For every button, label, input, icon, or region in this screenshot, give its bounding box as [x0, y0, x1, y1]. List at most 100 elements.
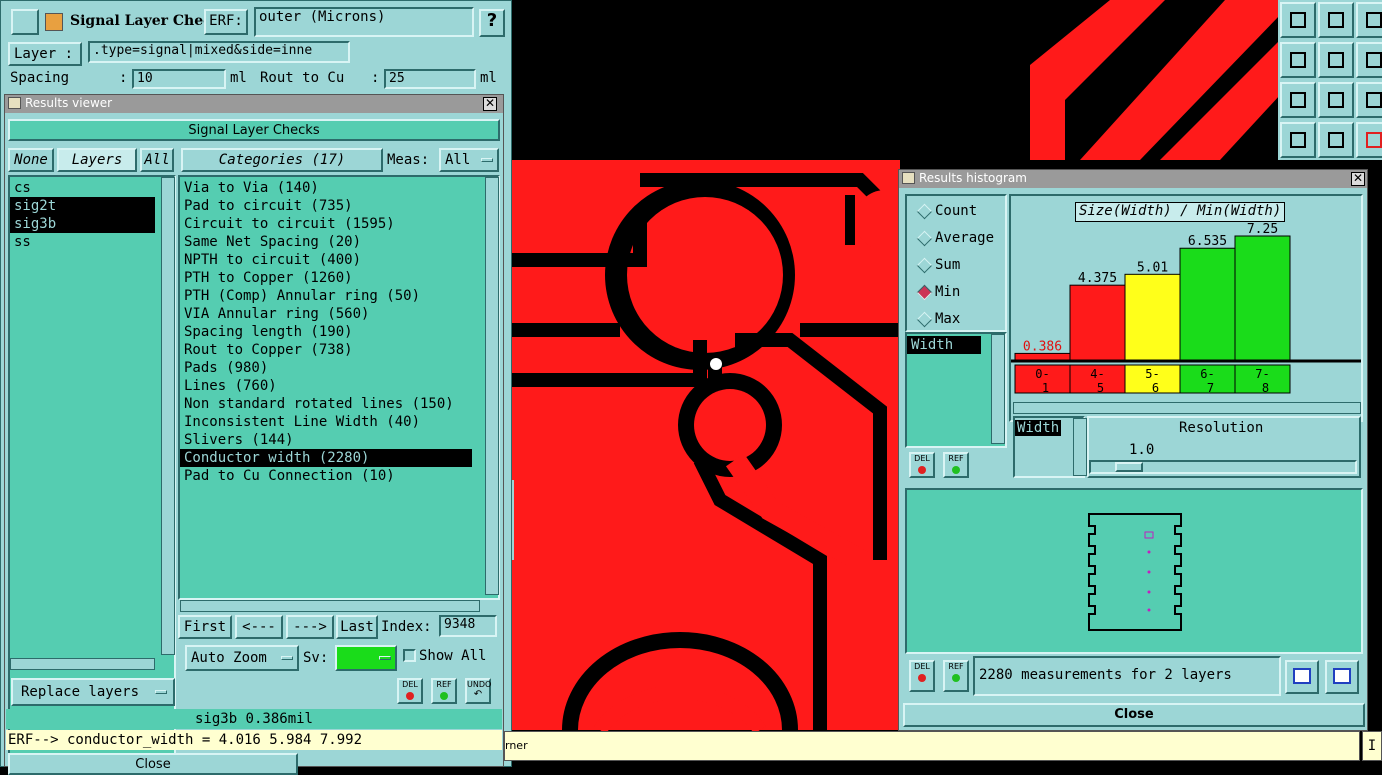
- resolution-value: 1.0: [1129, 442, 1155, 458]
- histogram-category-bottom: 6: [1152, 381, 1159, 395]
- meas-dropdown[interactable]: All: [439, 148, 499, 172]
- layer-field[interactable]: .type=signal|mixed&side=inne: [88, 41, 350, 63]
- toolbar-button-7[interactable]: [1280, 82, 1316, 118]
- histogram-value-label: 0.386: [1023, 339, 1062, 354]
- all-layers-button[interactable]: All: [140, 148, 174, 172]
- categories-button[interactable]: Categories (17): [181, 148, 383, 172]
- toolbar-button-1[interactable]: [1280, 2, 1316, 38]
- report-icon-button[interactable]: [1285, 660, 1319, 694]
- category-item[interactable]: Same Net Spacing (20): [180, 233, 472, 251]
- export-icon-button[interactable]: [1325, 660, 1359, 694]
- histogram-hscroll[interactable]: [1013, 402, 1361, 414]
- categories-list[interactable]: Via to Via (140) Pad to circuit (735) Circ…: [178, 175, 500, 600]
- category-item[interactable]: Conductor width (2280): [180, 449, 472, 467]
- category-item[interactable]: Pads (980): [180, 359, 472, 377]
- erf-field[interactable]: outer (Microns): [254, 7, 474, 37]
- histogram-chart[interactable]: 0.386 0-1 4.375 4-5 5.01 5-6 6.535 6-7 7.25 7-8: [1011, 196, 1361, 420]
- results-viewer-close-button[interactable]: Close: [8, 753, 298, 775]
- histogram-value-label: 4.375: [1078, 271, 1117, 286]
- histogram-bar[interactable]: [1234, 235, 1291, 361]
- resolution-group: Resolution 1.0: [1087, 416, 1361, 478]
- help-button[interactable]: ?: [479, 9, 505, 37]
- hist-ref-button[interactable]: REF: [943, 452, 969, 478]
- toolbar-button-12[interactable]: [1356, 122, 1382, 158]
- spacing-field[interactable]: 10: [132, 69, 226, 89]
- category-item[interactable]: Pad to circuit (735): [180, 197, 472, 215]
- layer-item-sig2t[interactable]: sig2t: [10, 197, 155, 215]
- layer-button[interactable]: Layer :: [8, 42, 82, 66]
- category-item[interactable]: Inconsistent Line Width (40): [180, 413, 472, 431]
- layers-hscroll[interactable]: [10, 658, 155, 670]
- category-item[interactable]: Lines (760): [180, 377, 472, 395]
- category-item[interactable]: Pad to Cu Connection (10): [180, 467, 472, 485]
- ref-button[interactable]: REF: [431, 678, 457, 704]
- rout-to-cu-field[interactable]: 25: [384, 69, 476, 89]
- del-button[interactable]: DEL: [397, 678, 423, 704]
- category-item[interactable]: Circuit to circuit (1595): [180, 215, 472, 233]
- last-button[interactable]: Last: [336, 615, 378, 639]
- show-all-checkbox[interactable]: [403, 649, 416, 662]
- category-item[interactable]: Spacing length (190): [180, 323, 472, 341]
- next-button[interactable]: --->: [286, 615, 334, 639]
- field-list-vscroll[interactable]: [991, 334, 1005, 444]
- results-viewer-header: Signal Layer Checks: [8, 119, 500, 141]
- category-item[interactable]: NPTH to circuit (400): [180, 251, 472, 269]
- sv-color-dropdown[interactable]: [335, 645, 397, 671]
- histogram-close-button[interactable]: Close: [903, 703, 1365, 727]
- layer-item-ss[interactable]: ss: [10, 233, 155, 251]
- category-item[interactable]: Non standard rotated lines (150): [180, 395, 472, 413]
- histogram-chart-area: Size(Width) / Min(Width) 0.386 0- 1 4.375 4-…: [1009, 194, 1363, 422]
- category-item[interactable]: Via to Via (140): [180, 179, 472, 197]
- menu-icon[interactable]: [11, 9, 39, 35]
- category-item[interactable]: Slivers (144): [180, 431, 472, 449]
- undo-button[interactable]: UNDO ↶: [465, 678, 491, 704]
- results-viewer-close-icon[interactable]: ✕: [483, 97, 497, 111]
- preview-ref-button[interactable]: REF: [943, 660, 969, 692]
- auto-zoom-dropdown[interactable]: Auto Zoom: [185, 645, 299, 671]
- erf-button[interactable]: ERF:: [204, 9, 248, 35]
- layers-vscroll[interactable]: [161, 177, 175, 655]
- hist-del-button[interactable]: DEL: [909, 452, 935, 478]
- category-item[interactable]: PTH (Comp) Annular ring (50): [180, 287, 472, 305]
- resolution-list-vscroll[interactable]: [1073, 418, 1087, 476]
- red-dot-icon: [918, 674, 926, 682]
- preview-del-button[interactable]: DEL: [909, 660, 935, 692]
- index-field[interactable]: 9348: [439, 615, 497, 637]
- toolbar-button-6[interactable]: [1356, 42, 1382, 78]
- replace-layers-dropdown[interactable]: Replace layers: [11, 678, 175, 706]
- histogram-bar[interactable]: [1179, 247, 1236, 361]
- toolbar-button-11[interactable]: [1318, 122, 1354, 158]
- toolbar-button-2[interactable]: [1318, 2, 1354, 38]
- field-item-width[interactable]: Width: [907, 336, 981, 354]
- histogram-category-top: 5-: [1145, 367, 1159, 381]
- histogram-category-top: 6-: [1200, 367, 1214, 381]
- histogram-window-title: Results histogram: [919, 171, 1027, 185]
- preview-ref-label: REF: [948, 662, 964, 671]
- dropdown-icon: [281, 656, 293, 660]
- prev-button[interactable]: <---: [235, 615, 283, 639]
- resolution-item-width[interactable]: Width: [1015, 420, 1062, 436]
- histogram-bar[interactable]: [1124, 273, 1181, 361]
- none-button[interactable]: None: [8, 148, 54, 172]
- categories-hscroll[interactable]: [180, 600, 480, 612]
- first-button[interactable]: First: [178, 615, 232, 639]
- category-item[interactable]: VIA Annular ring (560): [180, 305, 472, 323]
- layers-button[interactable]: Layers: [57, 148, 137, 172]
- toolbar-button-5[interactable]: [1318, 42, 1354, 78]
- layer-item-sig3b[interactable]: sig3b: [10, 215, 155, 233]
- histogram-close-icon[interactable]: ✕: [1351, 172, 1365, 186]
- toolbar-button-9[interactable]: [1356, 82, 1382, 118]
- histogram-category-bottom: 8: [1262, 381, 1269, 395]
- toolbar-button-3[interactable]: [1356, 2, 1382, 38]
- mode-sum-label: Sum: [935, 257, 961, 273]
- toolbar-button-10[interactable]: [1280, 122, 1316, 158]
- toolbar-button-8[interactable]: [1318, 82, 1354, 118]
- categories-vscroll[interactable]: [485, 177, 499, 595]
- histogram-bar[interactable]: [1069, 284, 1126, 361]
- results-viewer-title: Results viewer: [25, 96, 113, 110]
- toolbar-button-4[interactable]: [1280, 42, 1316, 78]
- category-item[interactable]: PTH to Copper (1260): [180, 269, 472, 287]
- layer-item-cs[interactable]: cs: [10, 179, 155, 197]
- resolution-slider-thumb[interactable]: [1115, 462, 1143, 472]
- category-item[interactable]: Rout to Copper (738): [180, 341, 472, 359]
